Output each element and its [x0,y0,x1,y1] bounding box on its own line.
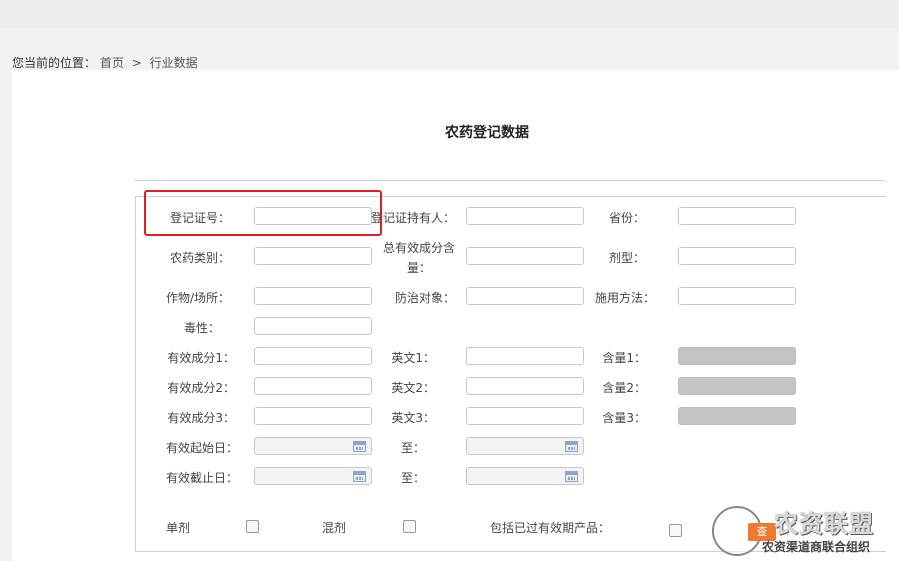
ingredient1-input[interactable] [254,347,372,365]
ingredient3-label: 有效成分3： [167,411,235,425]
content1-input [678,347,796,365]
province-input[interactable] [678,207,796,225]
calendar-icon[interactable] [565,441,578,452]
start-date-to-label: 至： [400,441,425,455]
content1-label: 含量1： [602,351,646,365]
english1-input[interactable] [466,347,584,365]
target-input[interactable] [466,287,584,305]
include-expired-label: 包括已过有效期产品： [490,521,611,535]
ingredient2-input[interactable] [254,377,372,395]
watermark-title: 农资联盟 [774,510,874,538]
method-label: 施用方法： [594,291,655,305]
breadcrumb-prefix: 您当前的位置： [12,56,97,70]
ingredient3-input[interactable] [254,407,372,425]
end-date-label: 有效截止日： [165,471,238,485]
pesticide-type-input[interactable] [254,247,372,265]
content2-label: 含量2： [602,381,646,395]
divider [135,180,885,181]
english2-label: 英文2： [391,381,435,395]
page-title: 农药登记数据 [445,125,529,141]
holder-input[interactable] [466,207,584,225]
breadcrumb-current[interactable]: 行业数据 [150,56,198,70]
start-date-label: 有效起始日： [165,441,238,455]
watermark-logo: 查 农资联盟 农资渠道商联合组织 [712,504,892,561]
watermark-subtitle: 农资渠道商联合组织 [762,540,871,554]
breadcrumb-home-link[interactable]: 首页 [100,56,124,70]
content3-input [678,407,796,425]
content3-label: 含量3： [602,411,646,425]
province-label: 省份： [608,211,645,225]
include-expired-checkbox[interactable] [669,524,682,537]
highlight-box [144,190,382,236]
target-label: 防治对象： [394,291,455,305]
holder-label: 登记证持有人： [370,211,455,225]
ingredient1-label: 有效成分1： [167,351,235,365]
method-input[interactable] [678,287,796,305]
toxicity-label: 毒性： [183,321,220,335]
single-label: 单剂 [166,521,191,535]
content2-input [678,377,796,395]
english1-label: 英文1： [391,351,435,365]
formulation-input[interactable] [678,247,796,265]
calendar-icon[interactable] [565,471,578,482]
top-bar [0,0,899,28]
formulation-label: 剂型： [608,251,645,265]
crop-label: 作物/场所： [165,291,230,305]
ingredient2-label: 有效成分2： [167,381,235,395]
single-checkbox[interactable] [246,520,259,533]
toxicity-input[interactable] [254,317,372,335]
total-content-label: 总有效成分含量： [382,241,455,275]
mixed-checkbox[interactable] [403,520,416,533]
english3-label: 英文3： [391,411,435,425]
english3-input[interactable] [466,407,584,425]
total-content-input[interactable] [466,247,584,265]
calendar-icon[interactable] [353,441,366,452]
breadcrumb-separator: > [131,56,142,70]
breadcrumb: 您当前的位置： 首页 > 行业数据 [12,54,198,71]
crop-input[interactable] [254,287,372,305]
mixed-label: 混剂 [322,521,347,535]
end-date-to-label: 至： [400,471,425,485]
pesticide-type-label: 农药类别： [169,251,230,265]
english2-input[interactable] [466,377,584,395]
calendar-icon[interactable] [353,471,366,482]
